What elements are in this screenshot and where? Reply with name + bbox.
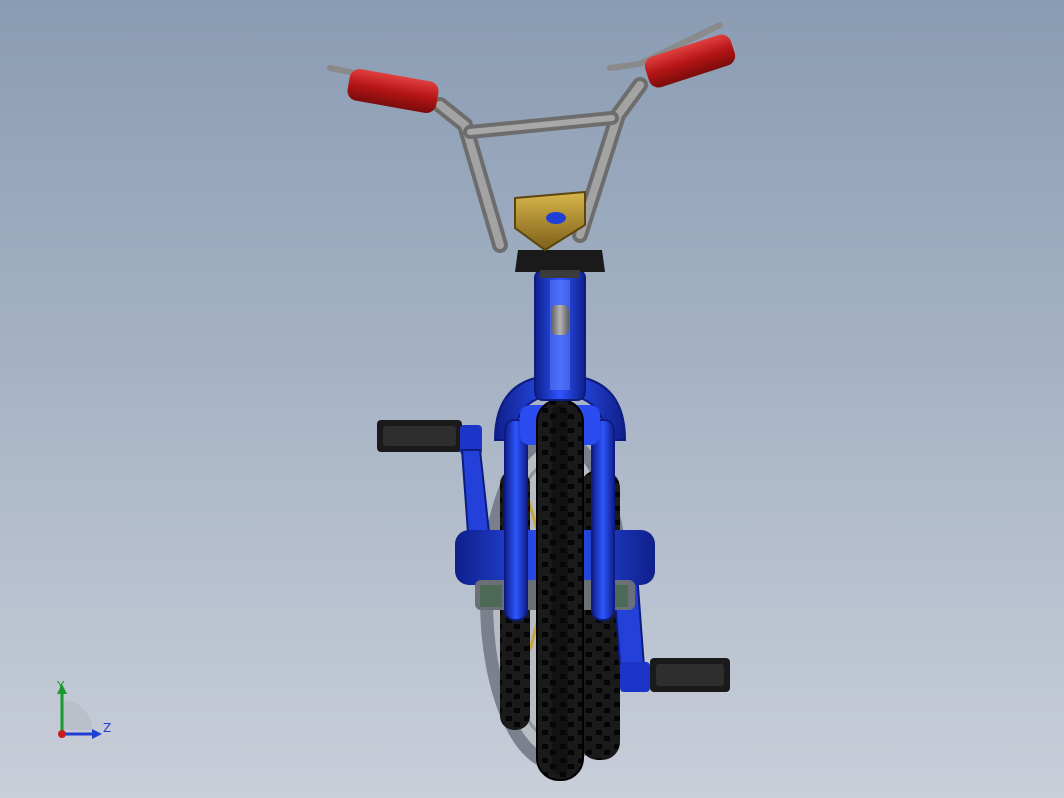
- y-axis-label: Y: [57, 679, 65, 693]
- bicycle-model[interactable]: [0, 0, 1064, 798]
- axis-triad-graphic: [57, 684, 102, 739]
- head-tube: [534, 269, 586, 401]
- axis-triad: Y Z: [40, 670, 130, 750]
- front-wheel: [536, 399, 584, 781]
- stem-clamp: [514, 190, 586, 252]
- cad-viewport[interactable]: Y Z: [0, 0, 1064, 798]
- z-axis-label: Z: [103, 721, 112, 735]
- headset-cap: [515, 250, 605, 278]
